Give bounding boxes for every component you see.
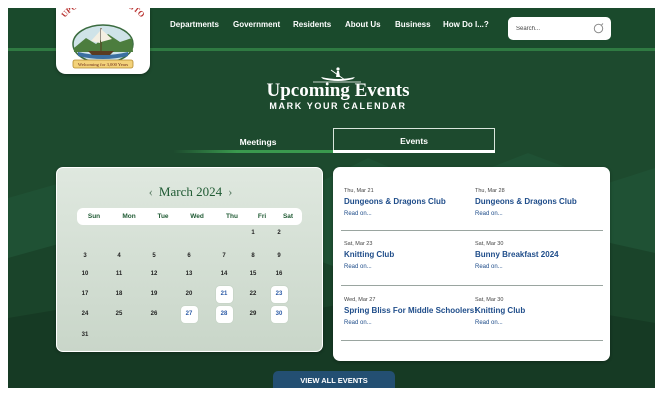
logo-name: DUPONT · WASHINGTON xyxy=(53,8,146,19)
calendar-day: 2 xyxy=(277,230,281,236)
calendar-day: 19 xyxy=(150,291,158,297)
calendar-day: 6 xyxy=(187,253,191,259)
calendar-day: 22 xyxy=(249,291,257,297)
event-date: Thu, Mar 28 xyxy=(475,188,505,194)
event-item: Thu, Mar 28 Dungeons & Dragons Club Read o… xyxy=(475,188,605,217)
calendar-day: 14 xyxy=(220,271,228,277)
event-row-divider xyxy=(341,230,603,231)
calendar-day: 18 xyxy=(115,291,123,297)
calendar-header: ‹ March 2024 › xyxy=(57,184,324,200)
nav-departments[interactable]: Departments xyxy=(170,20,219,29)
event-date: Sat, Mar 30 xyxy=(475,297,504,303)
event-read-more-link[interactable]: Read on... xyxy=(344,211,474,217)
calendar-day: 12 xyxy=(150,271,158,277)
calendar-day: 9 xyxy=(277,253,281,259)
weekday-label: Sat xyxy=(282,213,294,220)
view-all-events-button[interactable]: VIEW ALL EVENTS xyxy=(273,371,395,388)
calendar-day: 8 xyxy=(251,253,255,259)
event-title-link[interactable]: Bunny Breakfast 2024 xyxy=(475,250,605,259)
calendar-day: 26 xyxy=(150,311,158,317)
event-read-more-link[interactable]: Read on... xyxy=(475,264,605,270)
event-title-link[interactable]: Dungeons & Dragons Club xyxy=(475,197,605,206)
calendar-day: 13 xyxy=(185,271,193,277)
event-read-more-link[interactable]: Read on... xyxy=(475,211,605,217)
calendar-day: 4 xyxy=(117,253,121,259)
calendar-day-with-event[interactable]: 27 xyxy=(180,305,198,323)
tab-meetings-underline xyxy=(173,150,333,153)
city-seal-icon: DUPONT · WASHINGTON Welcoming for 3,000 … xyxy=(53,8,147,69)
calendar-day: 20 xyxy=(185,291,193,297)
moon-icon xyxy=(337,53,342,63)
event-read-more-link[interactable]: Read on... xyxy=(344,264,474,270)
search-box xyxy=(508,17,611,40)
event-item: Sat, Mar 23 Knitting Club Read on... xyxy=(344,241,474,270)
page-frame: DUPONT · WASHINGTON Welcoming for 3,000 … xyxy=(8,8,655,388)
event-item: Sat, Mar 30 Bunny Breakfast 2024 Read on..… xyxy=(475,241,605,270)
nav-about-us[interactable]: About Us xyxy=(345,20,381,29)
calendar-day: 11 xyxy=(115,271,123,277)
event-date: Sat, Mar 23 xyxy=(344,241,373,247)
event-date: Sat, Mar 30 xyxy=(475,241,504,247)
calendar-day: 5 xyxy=(152,253,156,259)
search-input[interactable] xyxy=(516,22,592,35)
weekday-label: Mon xyxy=(122,213,136,220)
calendar-month-label: March 2024 xyxy=(158,184,223,199)
event-read-more-link[interactable]: Read on... xyxy=(344,320,474,326)
calendar-day-with-event[interactable]: 21 xyxy=(215,285,233,303)
weekday-label: Tue xyxy=(157,213,169,220)
event-item: Wed, Mar 27 Spring Bliss For Middle Schoo… xyxy=(344,297,477,326)
calendar-day: 31 xyxy=(81,332,89,338)
calendar-day: 24 xyxy=(81,311,89,317)
calendar-day: 10 xyxy=(81,271,89,277)
event-item: Thu, Mar 21 Dungeons & Dragons Club Read o… xyxy=(344,188,474,217)
event-read-more-link[interactable]: Read on... xyxy=(475,320,605,326)
nav-business[interactable]: Business xyxy=(395,20,431,29)
calendar-day-with-event[interactable]: 28 xyxy=(215,305,233,323)
calendar-day: 15 xyxy=(249,271,257,277)
calendar-widget: ‹ March 2024 › Sun Mon Tue Wed Thu Fri Sat 12345… xyxy=(56,167,323,352)
nav-how-do-i[interactable]: How Do I...? xyxy=(443,20,489,29)
calendar-weekday-row: Sun Mon Tue Wed Thu Fri Sat xyxy=(77,208,302,225)
next-month-button[interactable]: › xyxy=(228,184,232,199)
calendar-day-with-event[interactable]: 23 xyxy=(270,285,288,303)
event-date: Wed, Mar 27 xyxy=(344,297,376,303)
prev-month-button[interactable]: ‹ xyxy=(149,184,153,199)
calendar-day: 25 xyxy=(115,311,123,317)
event-date: Thu, Mar 21 xyxy=(344,188,374,194)
nav-government[interactable]: Government xyxy=(233,20,280,29)
event-title-link[interactable]: Spring Bliss For Middle Schoolers! xyxy=(344,306,477,315)
weekday-label: Sun xyxy=(87,213,101,220)
event-title-link[interactable]: Knitting Club xyxy=(344,250,474,259)
events-list-panel: Thu, Mar 21 Dungeons & Dragons Club Read o… xyxy=(333,167,610,361)
event-title-link[interactable]: Dungeons & Dragons Club xyxy=(344,197,474,206)
city-logo[interactable]: DUPONT · WASHINGTON Welcoming for 3,000 … xyxy=(53,8,150,74)
calendar-day: 3 xyxy=(83,253,87,259)
event-row-divider xyxy=(341,285,603,286)
weekday-label: Wed xyxy=(190,213,204,220)
calendar-day: 17 xyxy=(81,291,89,297)
calendar-day: 1 xyxy=(251,230,255,236)
calendar-day: 29 xyxy=(249,311,257,317)
calendar-day: 16 xyxy=(275,271,283,277)
weekday-label: Thu xyxy=(226,213,238,220)
event-item: Sat, Mar 30 Knitting Club Read on... xyxy=(475,297,605,326)
section-subtitle: MARK YOUR CALENDAR xyxy=(269,101,407,111)
section-title: Upcoming Events xyxy=(266,80,410,101)
search-icon[interactable] xyxy=(592,22,605,35)
tab-events-active-indicator xyxy=(333,150,495,153)
event-title-link[interactable]: Knitting Club xyxy=(475,306,605,315)
event-row-divider xyxy=(341,340,603,341)
nav-residents[interactable]: Residents xyxy=(293,20,331,29)
calendar-day: 7 xyxy=(222,253,226,259)
calendar-day-with-event[interactable]: 30 xyxy=(270,305,288,323)
svg-text:DUPONT · WASHINGTON: DUPONT · WASHINGTON xyxy=(56,8,147,19)
